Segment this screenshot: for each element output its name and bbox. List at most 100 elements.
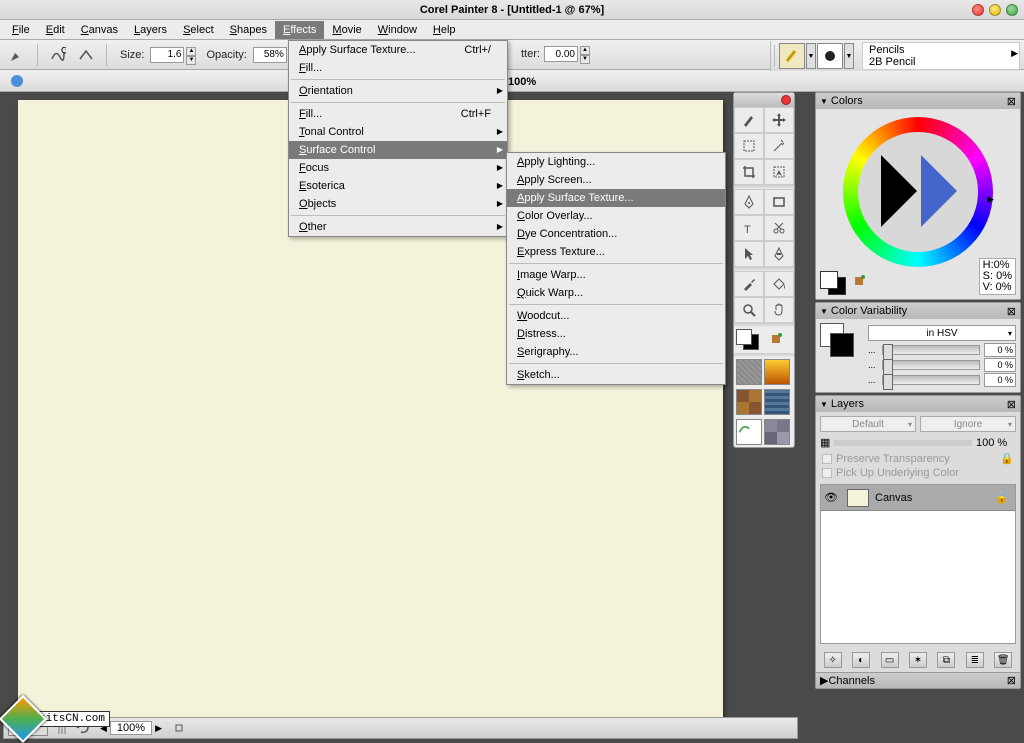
layer-btn-dynamic[interactable]: ✧ (824, 652, 842, 668)
toolbar-overflow-arrow[interactable]: ▶ (1011, 48, 1018, 59)
brush-variant-dropdown[interactable]: ▼ (844, 43, 854, 69)
freehand-stroke-icon[interactable]: ⟳ (47, 44, 69, 66)
menuitem-apply-screen[interactable]: Apply Screen... (507, 171, 725, 189)
toolbox-close-button[interactable] (781, 95, 791, 105)
paper-texture-thumb[interactable] (736, 359, 762, 385)
zoom-window-button[interactable] (1006, 4, 1018, 16)
nav-grid-icon[interactable] (168, 717, 190, 739)
menuitem-objects[interactable]: Objects (289, 195, 507, 213)
brush-variant-thumb[interactable] (817, 43, 843, 69)
menu-select[interactable]: Select (175, 21, 222, 39)
menuitem-other[interactable]: Other (289, 218, 507, 236)
pen-tool[interactable] (734, 189, 764, 215)
look-thumb[interactable] (736, 419, 762, 445)
brush-category-thumb[interactable] (779, 43, 805, 69)
menu-movie[interactable]: Movie (324, 21, 369, 39)
text-tool[interactable]: T (734, 215, 764, 241)
layer-opacity-slider[interactable] (834, 440, 972, 446)
move-tool[interactable] (764, 107, 794, 133)
color-wheel[interactable] (843, 117, 993, 267)
rect-select-tool[interactable] (734, 133, 764, 159)
panel-close-icon[interactable]: ⊠ (1007, 398, 1016, 411)
bucket-tool[interactable] (764, 271, 794, 297)
layer-btn-trash[interactable]: 🗑 (994, 652, 1012, 668)
brush-category-dropdown[interactable]: ▼ (806, 43, 816, 69)
crop-tool[interactable] (734, 159, 764, 185)
layers-blend-combo[interactable]: Default (820, 416, 916, 432)
jitter-spinbox[interactable]: ▲▼ (544, 46, 590, 62)
main-color-swatch[interactable] (736, 329, 752, 345)
lock-icon[interactable]: 🔒 (995, 491, 1009, 504)
panel-close-icon[interactable]: ⊠ (1007, 95, 1016, 108)
cv-mode-select[interactable]: in HSV (868, 325, 1016, 341)
cv-slider-v[interactable] (882, 375, 980, 385)
jitter-input[interactable] (544, 46, 578, 62)
menu-effects[interactable]: Effects (275, 21, 324, 39)
pointer-tool[interactable] (734, 241, 764, 267)
weave-thumb[interactable] (764, 389, 790, 415)
layer-btn-stack[interactable]: ≣ (966, 652, 984, 668)
menuitem-esoterica[interactable]: Esoterica (289, 177, 507, 195)
cv-slider-h[interactable] (882, 345, 980, 355)
selection-adjust-tool[interactable] (764, 159, 794, 185)
clone-color-icon[interactable] (766, 329, 786, 349)
pickup-color-check[interactable]: Pick Up Underlying Color (816, 466, 1020, 480)
menuitem-express-texture[interactable]: Express Texture... (507, 243, 725, 261)
menuitem-quick-warp[interactable]: Quick Warp... (507, 284, 725, 302)
color-ring-arrow[interactable]: ▶ (987, 194, 994, 205)
layer-btn-new[interactable]: ▭ (881, 652, 899, 668)
menuitem-sketch[interactable]: Sketch... (507, 366, 725, 384)
panel-close-icon[interactable]: ⊠ (1007, 305, 1016, 318)
visibility-icon[interactable]: 👁 (821, 491, 841, 504)
grabber-tool[interactable] (764, 297, 794, 323)
menuitem-woodcut[interactable]: Woodcut... (507, 307, 725, 325)
menuitem-apply-lighting[interactable]: Apply Lighting... (507, 153, 725, 171)
color-swatch-pair[interactable] (820, 271, 850, 295)
menuitem-orientation[interactable]: Orientation (289, 82, 507, 100)
menuitem-fill[interactable]: Fill... (289, 59, 507, 77)
preserve-transparency-check[interactable]: Preserve Transparency🔒 (816, 451, 1020, 466)
menuitem-tonal-control[interactable]: Tonal Control (289, 123, 507, 141)
pattern-thumb[interactable] (736, 389, 762, 415)
zoom-value[interactable]: 100% (110, 721, 152, 735)
dropper-tool[interactable] (734, 271, 764, 297)
brush-tool[interactable] (734, 107, 764, 133)
layer-btn-commit[interactable]: ✶ (909, 652, 927, 668)
size-spinbox[interactable]: ▲▼ (150, 47, 196, 63)
shape-rect-tool[interactable] (764, 189, 794, 215)
scissors-tool[interactable] (764, 215, 794, 241)
cv-slider-s[interactable] (882, 360, 980, 370)
menu-shapes[interactable]: Shapes (222, 21, 275, 39)
menu-help[interactable]: Help (425, 21, 464, 39)
layer-btn-group[interactable]: ⧉ (937, 652, 955, 668)
menu-file[interactable]: File (4, 21, 38, 39)
cv-swatch[interactable] (820, 323, 856, 359)
menuitem-focus[interactable]: Focus (289, 159, 507, 177)
size-input[interactable] (150, 47, 184, 63)
menuitem-image-warp[interactable]: Image Warp... (507, 266, 725, 284)
layer-btn-mask[interactable]: ◐ (852, 652, 870, 668)
menu-window[interactable]: Window (370, 21, 425, 39)
menuitem-surface-control[interactable]: Surface Control (289, 141, 507, 159)
clone-color-toggle[interactable] (852, 274, 868, 293)
menuitem-distress[interactable]: Distress... (507, 325, 725, 343)
menuitem-fill[interactable]: Fill...Ctrl+F (289, 105, 507, 123)
gradient-thumb[interactable] (764, 359, 790, 385)
panel-close-icon[interactable]: ⊠ (1007, 674, 1016, 687)
layers-depth-combo[interactable]: Ignore (920, 416, 1016, 432)
remove-point-tool[interactable] (764, 241, 794, 267)
menu-layers[interactable]: Layers (126, 21, 175, 39)
magnifier-tool[interactable] (734, 297, 764, 323)
menuitem-apply-surface-texture[interactable]: Apply Surface Texture... (507, 189, 725, 207)
close-window-button[interactable] (972, 4, 984, 16)
layer-row-canvas[interactable]: 👁 Canvas 🔒 (821, 485, 1015, 511)
brush-tip-icon[interactable] (6, 44, 28, 66)
minimize-window-button[interactable] (989, 4, 1001, 16)
brush-info[interactable]: Pencils 2B Pencil (862, 42, 1020, 70)
menuitem-apply-surface-texture[interactable]: Apply Surface Texture...Ctrl+/ (289, 41, 507, 59)
straight-stroke-icon[interactable] (75, 44, 97, 66)
menuitem-color-overlay[interactable]: Color Overlay... (507, 207, 725, 225)
opacity-input[interactable] (253, 47, 287, 63)
nozzle-thumb[interactable] (764, 419, 790, 445)
menuitem-dye-concentration[interactable]: Dye Concentration... (507, 225, 725, 243)
